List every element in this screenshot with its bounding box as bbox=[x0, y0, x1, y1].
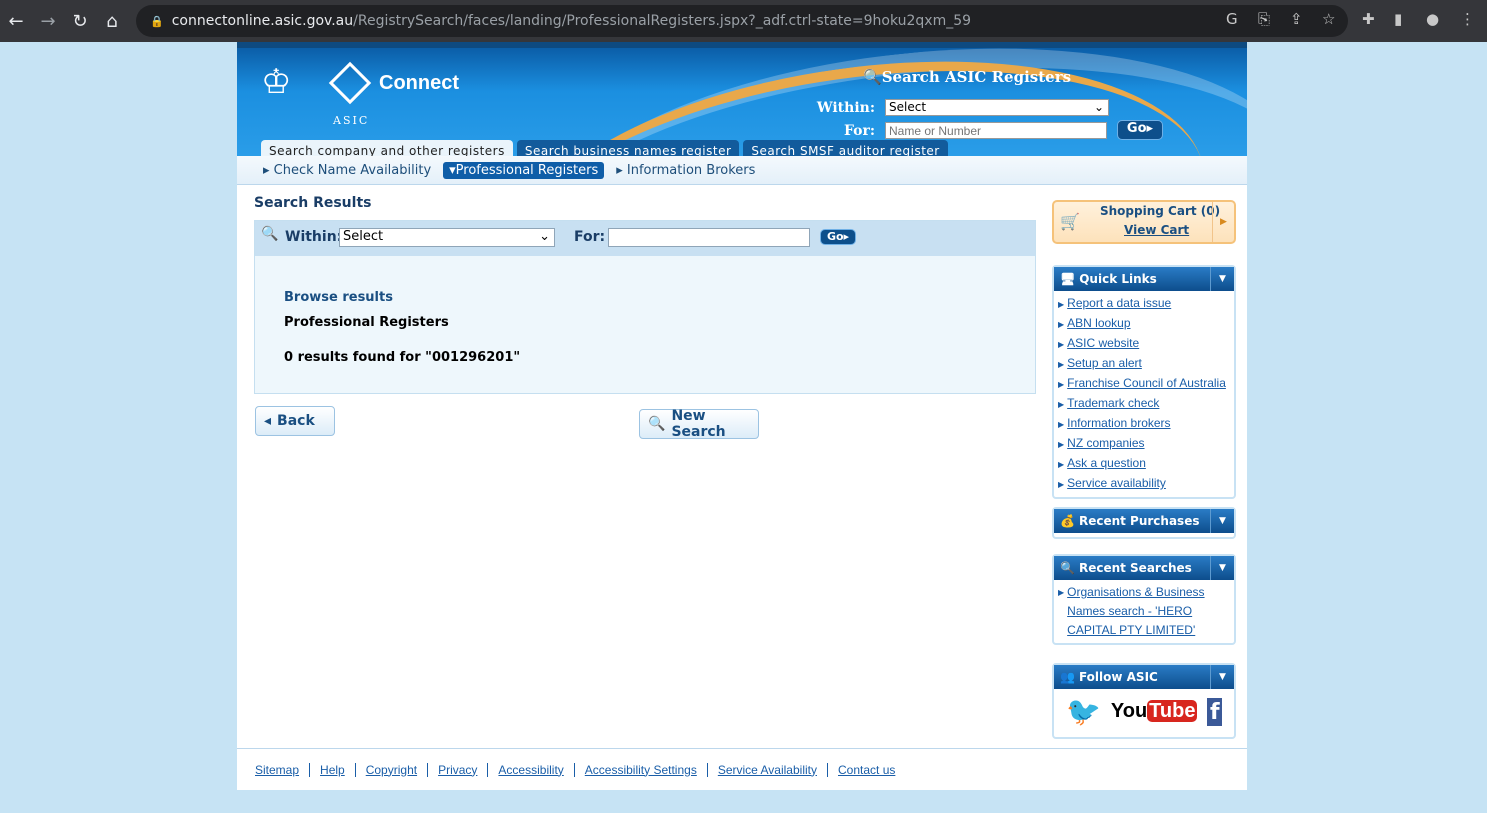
chevron-left-icon: ◂ bbox=[264, 413, 272, 429]
search-icon: 🔍 bbox=[1060, 561, 1075, 575]
header-within-select[interactable]: Select ⌄ bbox=[885, 99, 1109, 116]
within-select[interactable]: Select ⌄ bbox=[339, 228, 555, 247]
quick-link-item: ▶ Report a data issue bbox=[1058, 296, 1172, 310]
quick-links-panel: 🖥 Quick Links ▼ ▶ Report a data issue ▶ ABN l… bbox=[1052, 265, 1236, 499]
browse-results-heading: Browse results bbox=[284, 290, 393, 305]
footer-link[interactable]: Accessibility bbox=[488, 762, 575, 777]
translate-icon[interactable]: ⎘ bbox=[1258, 10, 1270, 28]
quick-link[interactable]: ASIC website bbox=[1067, 336, 1139, 350]
extensions-icon[interactable]: ✚ bbox=[1362, 10, 1375, 28]
page: ♔ Connect ASIC 🔍Search ASIC Registers Wi… bbox=[237, 42, 1247, 790]
chevron-down-icon: ⌄ bbox=[1093, 100, 1104, 114]
new-search-button[interactable]: 🔍 New Search bbox=[639, 408, 759, 440]
header-for-input[interactable] bbox=[885, 122, 1107, 139]
collapse-icon[interactable]: ▼ bbox=[1210, 556, 1234, 580]
header: ♔ Connect ASIC 🔍Search ASIC Registers Wi… bbox=[237, 42, 1247, 156]
quick-link[interactable]: Report a data issue bbox=[1067, 296, 1171, 310]
address-bar[interactable]: 🔒 connectonline.asic.gov.au/RegistrySearc… bbox=[136, 5, 1348, 37]
quick-link[interactable]: Information brokers bbox=[1067, 416, 1170, 430]
quick-link[interactable]: Setup an alert bbox=[1067, 356, 1142, 370]
quick-link-item: ▶ Ask a question bbox=[1058, 456, 1146, 470]
tab-company-registers[interactable]: Search company and other registers bbox=[261, 140, 513, 156]
footer: Sitemap Help Copyright Privacy Accessibility… bbox=[237, 748, 1247, 790]
chevron-down-icon: ⌄ bbox=[539, 229, 550, 244]
quick-link-item: ▶ Franchise Council of Australia bbox=[1058, 376, 1226, 390]
coat-of-arms-icon: ♔ bbox=[261, 62, 292, 102]
cart-arrow-icon[interactable]: ▶ bbox=[1212, 202, 1234, 242]
google-icon[interactable]: G bbox=[1226, 10, 1238, 28]
search-registers-title: 🔍Search ASIC Registers bbox=[863, 68, 1072, 86]
quick-link[interactable]: NZ companies bbox=[1067, 436, 1144, 450]
profile-icon[interactable]: ● bbox=[1426, 10, 1439, 28]
header-go-button[interactable]: Go▸ bbox=[1117, 120, 1163, 140]
collapse-icon[interactable]: ▼ bbox=[1210, 509, 1234, 533]
recent-purchases-panel: 💰 Recent Purchases ▼ bbox=[1052, 507, 1236, 539]
footer-link[interactable]: Privacy bbox=[428, 762, 489, 777]
purchases-icon: 💰 bbox=[1060, 514, 1075, 528]
quick-link-item: ▶ ASIC website bbox=[1058, 336, 1140, 350]
subnav: ▸ Check Name Availability ▾Professional … bbox=[237, 156, 1247, 185]
recent-search-link[interactable]: Organisations & Business Names search - … bbox=[1067, 583, 1230, 640]
subnav-professional-registers[interactable]: ▾Professional Registers bbox=[443, 161, 605, 179]
collapse-icon[interactable]: ▼ bbox=[1210, 665, 1234, 689]
quick-link-item: ▶ Trademark check bbox=[1058, 396, 1160, 410]
subnav-information-brokers[interactable]: ▸ Information Brokers bbox=[616, 163, 755, 178]
cart-icon: 🛒 bbox=[1060, 212, 1080, 231]
search-icon: 🔍 bbox=[863, 68, 882, 86]
quick-link[interactable]: Service availability bbox=[1067, 476, 1166, 490]
shopping-cart[interactable]: 🛒 Shopping Cart (0) View Cart ▶ bbox=[1052, 200, 1236, 244]
share-icon[interactable]: ⇪ bbox=[1290, 10, 1303, 28]
lock-icon: 🔒 bbox=[150, 14, 164, 28]
quick-link[interactable]: Franchise Council of Australia bbox=[1067, 376, 1226, 390]
footer-link[interactable]: Sitemap bbox=[255, 762, 311, 777]
star-icon[interactable]: ☆ bbox=[1322, 10, 1335, 28]
sidepanel-icon[interactable]: ▮ bbox=[1394, 10, 1402, 28]
footer-link[interactable]: Copyright bbox=[356, 762, 429, 777]
page-title: Search Results bbox=[254, 195, 372, 211]
within-label: Within: bbox=[816, 100, 875, 116]
go-button[interactable]: Go▸ bbox=[820, 229, 856, 245]
search-icon: 🔍 bbox=[261, 226, 279, 242]
quick-link-item: ▶ Setup an alert bbox=[1058, 356, 1142, 370]
tab-business-names[interactable]: Search business names register bbox=[516, 140, 740, 156]
search-results-box: 🔍 Within: Select ⌄ For: Go▸ Browse result… bbox=[254, 220, 1036, 394]
quick-link[interactable]: Trademark check bbox=[1067, 396, 1159, 410]
footer-link[interactable]: Help bbox=[310, 762, 356, 777]
recent-searches-panel: 🔍 Recent Searches ▼ ▶ Organisations & Busin… bbox=[1052, 554, 1236, 645]
quick-link-item: ▶ NZ companies bbox=[1058, 436, 1145, 450]
diamond-logo-icon bbox=[328, 61, 372, 105]
twitter-icon[interactable]: 🐦 bbox=[1066, 695, 1101, 728]
reload-icon[interactable]: ↻ bbox=[64, 11, 96, 32]
for-label: For: bbox=[843, 123, 875, 139]
facebook-icon[interactable]: f bbox=[1207, 697, 1222, 726]
quick-link[interactable]: Ask a question bbox=[1067, 456, 1146, 470]
collapse-icon[interactable]: ▼ bbox=[1210, 267, 1234, 291]
footer-link[interactable]: Contact us bbox=[828, 763, 905, 777]
menu-icon[interactable]: ⋮ bbox=[1460, 10, 1475, 28]
view-cart-link[interactable]: View Cart bbox=[1124, 223, 1189, 237]
back-button[interactable]: ◂ Back bbox=[255, 406, 335, 436]
for-input[interactable] bbox=[608, 228, 810, 247]
quick-link-item: ▶ Information brokers bbox=[1058, 416, 1171, 430]
quick-link-item: ▶ Service availability bbox=[1058, 476, 1166, 490]
results-count: 0 results found for "001296201" bbox=[284, 350, 521, 365]
browser-toolbar: ← → ↻ ⌂ 🔒 connectonline.asic.gov.au/Regis… bbox=[0, 0, 1487, 42]
subnav-check-name[interactable]: ▸ Check Name Availability bbox=[263, 163, 431, 178]
search-bar: 🔍 Within: Select ⌄ For: Go▸ bbox=[255, 221, 1035, 256]
quick-links-icon: 🖥 bbox=[1060, 272, 1076, 286]
youtube-icon[interactable]: You Tube bbox=[1111, 700, 1198, 723]
tab-smsf-auditor[interactable]: Search SMSF auditor register bbox=[743, 140, 948, 156]
quick-link[interactable]: ABN lookup bbox=[1067, 316, 1130, 330]
follow-asic-panel: 👥 Follow ASIC ▼ 🐦 You Tube f bbox=[1052, 663, 1236, 739]
quick-link-item: ▶ ABN lookup bbox=[1058, 316, 1131, 330]
home-icon[interactable]: ⌂ bbox=[96, 11, 128, 32]
footer-link[interactable]: Accessibility Settings bbox=[575, 762, 708, 777]
follow-icon: 👥 bbox=[1060, 670, 1075, 684]
back-icon[interactable]: ← bbox=[0, 11, 32, 32]
footer-link[interactable]: Service Availability bbox=[708, 762, 828, 777]
forward-icon[interactable]: → bbox=[32, 11, 64, 32]
register-name: Professional Registers bbox=[284, 315, 449, 330]
search-icon: 🔍 bbox=[648, 416, 666, 432]
